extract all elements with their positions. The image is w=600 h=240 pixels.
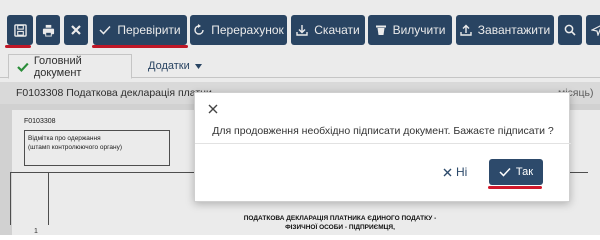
declaration-title-line-2: ФІЗИЧНОЇ ОСОБИ - ПІДПРИЄМЦЯ, (285, 224, 395, 231)
no-label: Ні (456, 165, 468, 179)
trash-icon (375, 25, 386, 35)
yes-button[interactable]: Так (489, 159, 543, 185)
close-icon (71, 25, 81, 35)
dialog-divider (195, 143, 571, 144)
print-button[interactable] (36, 15, 60, 45)
checkmark-icon (99, 25, 111, 35)
delete-button[interactable]: Вилучити (368, 15, 452, 45)
download-label: Скачати (314, 23, 360, 37)
upload-button[interactable]: Завантажити (456, 15, 554, 45)
receipt-stamp-box: Відмітка про одержання (штамп контролююч… (24, 130, 170, 166)
toolbar: Перевірити Перерахунок Скачати Вилучити … (0, 0, 600, 50)
download-button[interactable]: Скачати (291, 15, 365, 45)
upload-label: Завантажити (477, 23, 551, 37)
tab-main-label: Головний документ (33, 54, 82, 79)
checkmark-icon (17, 62, 29, 72)
search-icon (564, 24, 576, 36)
printer-icon (42, 24, 54, 37)
declaration-title-line-1: ПОДАТКОВА ДЕКЛАРАЦІЯ ПЛАТНИКА ЄДИНОГО ПО… (243, 215, 437, 222)
no-button[interactable]: Ні (443, 162, 467, 182)
recalculate-label: Перерахунок (211, 23, 284, 37)
send-button[interactable] (586, 15, 600, 45)
stamp-line-2: (штамп контролюючого органу) (28, 144, 123, 151)
upload-icon (460, 24, 472, 36)
close-icon (443, 168, 452, 176)
tab-attachments-label: Додатки (148, 60, 190, 72)
close-icon (208, 104, 218, 114)
checkmark-icon (499, 167, 511, 177)
delete-label: Вилучити (392, 23, 446, 37)
document-tabs: Головний документ Додатки (0, 50, 600, 79)
yes-label: Так (515, 166, 534, 178)
refresh-icon (194, 24, 204, 35)
search-button[interactable] (558, 15, 582, 45)
caret-down-icon (194, 63, 202, 69)
dialog-message: Для продовження необхідно підписати доку… (212, 125, 554, 137)
tab-main-document[interactable]: Головний документ (8, 54, 132, 79)
yes-highlight-underline (488, 186, 542, 189)
save-button[interactable] (7, 15, 33, 45)
dialog-close-button[interactable] (205, 101, 221, 117)
form-code: F0103308 (24, 118, 56, 125)
check-label: Перевірити (117, 23, 181, 37)
check-button[interactable]: Перевірити (93, 15, 187, 45)
stamp-line-1: Відмітка про одержання (28, 135, 101, 142)
tab-attachments[interactable]: Додатки (148, 54, 202, 78)
floppy-disk-icon (13, 23, 27, 37)
row-number: 1 (34, 228, 38, 235)
download-icon (296, 25, 308, 36)
close-document-button[interactable] (64, 15, 88, 45)
document-title: F0103308 Податкова декларація платни (16, 87, 212, 99)
save-highlight-underline (5, 45, 31, 48)
check-highlight-underline (92, 45, 188, 48)
form-grid-divider (48, 172, 49, 225)
recalculate-button[interactable]: Перерахунок (190, 15, 287, 45)
declaration-title: ПОДАТКОВА ДЕКЛАРАЦІЯ ПЛАТНИКА ЄДИНОГО ПО… (60, 214, 600, 232)
send-icon (591, 25, 600, 36)
